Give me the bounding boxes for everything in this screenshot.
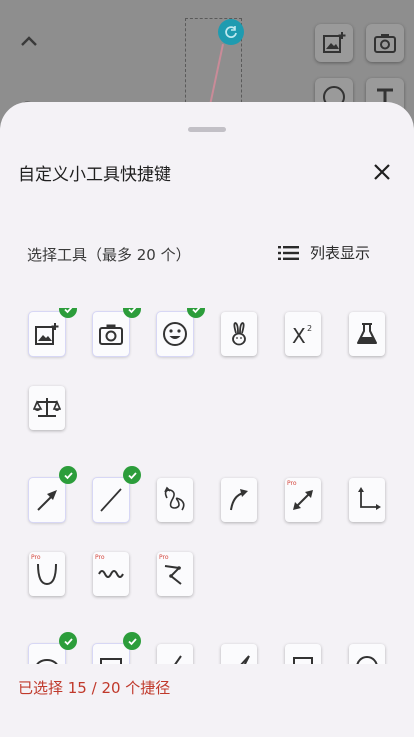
- tool-axes[interactable]: [349, 478, 385, 522]
- close-icon: [374, 164, 390, 180]
- tool-add-image[interactable]: [29, 308, 77, 356]
- svg-text:X: X: [292, 324, 306, 348]
- polyline-icon: [164, 565, 182, 585]
- flask-icon: [357, 323, 377, 344]
- close-button[interactable]: [370, 160, 394, 184]
- check-icon: [59, 308, 77, 318]
- tool-polyline[interactable]: Pro: [157, 552, 193, 596]
- list-view-toggle[interactable]: 列表显示: [278, 242, 370, 263]
- emoji-icon: [163, 322, 187, 346]
- parabola-icon: [37, 563, 57, 586]
- square-icon: [293, 657, 313, 664]
- curve-arrow-icon: [230, 489, 248, 511]
- tool-parabola[interactable]: Pro: [29, 552, 65, 596]
- tool-curve-arrow[interactable]: [221, 478, 257, 522]
- check-icon: [187, 308, 205, 318]
- rabbit-icon: [232, 322, 246, 346]
- tool-balance[interactable]: [29, 386, 65, 430]
- add-image-icon: [323, 32, 346, 53]
- arrow-icon: [37, 490, 57, 511]
- tool-rabbit[interactable]: [221, 312, 257, 356]
- pro-badge: Pro: [31, 554, 41, 561]
- tool-triangle[interactable]: [221, 644, 257, 664]
- camera-button[interactable]: [366, 24, 404, 62]
- pro-badge: Pro: [159, 554, 169, 561]
- balance-icon: [33, 398, 61, 417]
- tool-superscript[interactable]: X2: [285, 312, 321, 356]
- list-view-label: 列表显示: [310, 244, 371, 262]
- tool-line[interactable]: [93, 466, 141, 522]
- tool-rectangle[interactable]: [93, 632, 141, 664]
- rectangle-icon: [100, 658, 122, 664]
- chevron-up-icon[interactable]: [18, 30, 40, 52]
- pro-badge: Pro: [95, 554, 105, 561]
- freehand-icon: [164, 486, 185, 511]
- check-icon: [123, 466, 141, 484]
- check-icon: [123, 632, 141, 650]
- tool-double-arrow[interactable]: Pro: [285, 478, 321, 522]
- pro-badge: Pro: [287, 480, 297, 487]
- tool-camera[interactable]: [93, 308, 141, 356]
- axes-icon: [358, 487, 381, 510]
- check-icon: [123, 308, 141, 318]
- select-tools-label: 选择工具（最多 20 个）: [27, 246, 191, 264]
- tool-arrow[interactable]: [29, 466, 77, 522]
- tool-circle[interactable]: [349, 644, 385, 664]
- camera-icon: [99, 324, 123, 345]
- add-image-button[interactable]: [315, 24, 353, 62]
- ellipse-icon: [36, 659, 58, 664]
- check-icon: [59, 466, 77, 484]
- camera-icon: [374, 34, 396, 53]
- list-icon: [278, 245, 299, 260]
- triangle-icon: [240, 655, 250, 664]
- tool-angle[interactable]: [157, 644, 193, 664]
- wave-icon: [98, 570, 124, 578]
- tool-flask[interactable]: [349, 312, 385, 356]
- sheet-title: 自定义小工具快捷键: [18, 165, 171, 185]
- double-arrow-icon: [293, 490, 313, 510]
- tool-freehand[interactable]: [157, 478, 193, 522]
- shortcut-settings-sheet: 自定义小工具快捷键 选择工具（最多 20 个） 列表显示 X2 Pro Pro …: [0, 102, 414, 737]
- rotate-handle-icon[interactable]: [218, 19, 244, 45]
- tool-emoji[interactable]: [157, 308, 205, 356]
- selection-status: 已选择 15 / 20 个捷径: [18, 679, 171, 697]
- line-icon: [100, 488, 122, 512]
- add-image-icon: [35, 323, 59, 345]
- tool-square[interactable]: [285, 644, 321, 664]
- angle-icon: [174, 655, 182, 664]
- circle-icon: [356, 656, 378, 664]
- check-icon: [59, 632, 77, 650]
- svg-text:2: 2: [307, 324, 312, 333]
- drag-handle[interactable]: [188, 127, 226, 132]
- tool-ellipse[interactable]: [29, 632, 77, 664]
- tool-grid: X2 Pro Pro Pro Pro: [0, 308, 414, 664]
- tool-wave[interactable]: Pro: [93, 552, 129, 596]
- superscript-icon: X2: [292, 324, 312, 348]
